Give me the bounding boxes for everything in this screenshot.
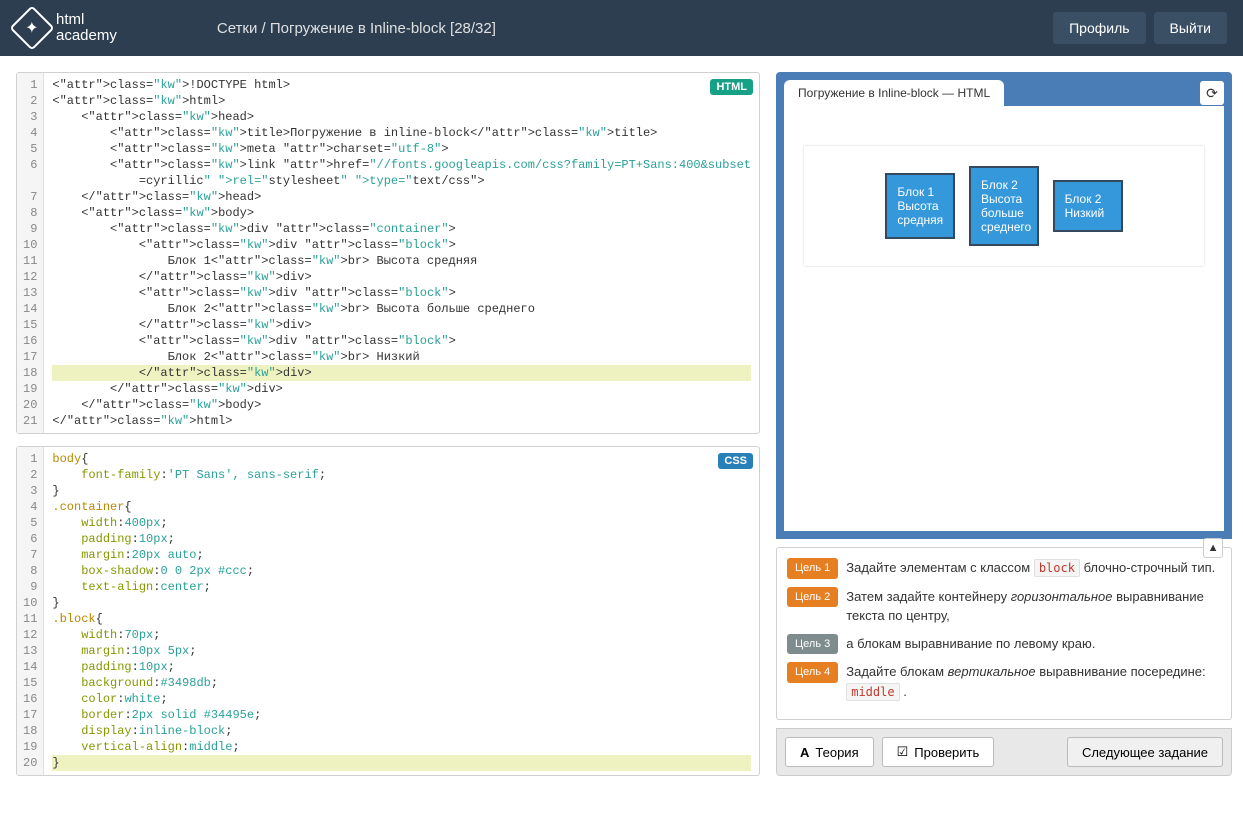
goal-text: а блокам выравнивание по левому краю.: [846, 634, 1221, 654]
logout-button[interactable]: Выйти: [1154, 12, 1227, 44]
logo[interactable]: ✦ htmlacademy: [16, 12, 117, 45]
profile-button[interactable]: Профиль: [1053, 12, 1145, 44]
goal-row-3: Цель 3 а блокам выравнивание по левому кр…: [787, 634, 1221, 655]
html-gutter: 123456 789101112131415161718192021: [17, 73, 44, 433]
preview-tab[interactable]: Погружение в Inline-block — HTML: [784, 80, 1004, 106]
goal-row-1: Цель 1 Задайте элементам с классом block …: [787, 558, 1221, 579]
logo-text: htmlacademy: [56, 12, 117, 45]
demo-container: Блок 1Высота средняя Блок 2Высота больше…: [804, 146, 1204, 266]
breadcrumb[interactable]: Сетки / Погружение в Inline-block [28/32…: [217, 20, 496, 37]
goal-row-2: Цель 2 Затем задайте контейнеру горизонта…: [787, 587, 1221, 626]
bottom-bar: A Теория ☑ Проверить Следующее задание: [776, 728, 1232, 776]
goals-collapse-button[interactable]: ▲: [1203, 538, 1223, 558]
html-badge: HTML: [710, 79, 753, 95]
goal-text: Задайте элементам с классом block блочно…: [846, 558, 1221, 578]
goal-badge: Цель 3: [787, 634, 838, 655]
preview-column: Погружение в Inline-block — HTML ⟳ Блок …: [776, 72, 1232, 776]
refresh-icon: ⟳: [1206, 85, 1218, 102]
css-gutter: 1234567891011121314151617181920: [17, 447, 44, 775]
preview-body: Блок 1Высота средняя Блок 2Высота больше…: [784, 106, 1224, 531]
theory-button[interactable]: A Теория: [785, 737, 874, 767]
preview-tabs: Погружение в Inline-block — HTML ⟳: [784, 80, 1224, 106]
demo-block-2: Блок 2Высота больше среднего: [969, 166, 1039, 246]
goal-row-4: Цель 4 Задайте блокам вертикальное выравн…: [787, 662, 1221, 701]
logo-icon: ✦: [9, 5, 54, 50]
css-editor[interactable]: CSS 1234567891011121314151617181920 body…: [16, 446, 760, 776]
check-label: Проверить: [914, 745, 979, 760]
arrow-up-icon: ▲: [1208, 542, 1219, 554]
app-header: ✦ htmlacademy Сетки / Погружение в Inlin…: [0, 0, 1243, 56]
theory-label: Теория: [815, 745, 858, 760]
goal-text: Задайте блокам вертикальное выравнивание…: [846, 662, 1221, 701]
css-badge: CSS: [718, 453, 753, 469]
next-task-button[interactable]: Следующее задание: [1067, 737, 1223, 767]
demo-block-3: Блок 2Низкий: [1053, 180, 1123, 232]
demo-block-1: Блок 1Высота средняя: [885, 173, 955, 239]
font-icon: A: [800, 745, 809, 760]
main-layout: HTML 123456 789101112131415161718192021 …: [0, 56, 1243, 792]
goal-text: Затем задайте контейнеру горизонтальное …: [846, 587, 1221, 626]
refresh-button[interactable]: ⟳: [1200, 81, 1224, 105]
goal-badge: Цель 2: [787, 587, 838, 608]
check-button[interactable]: ☑ Проверить: [882, 737, 995, 767]
goal-badge: Цель 4: [787, 662, 838, 683]
goal-badge: Цель 1: [787, 558, 838, 579]
goals-panel: ▲ Цель 1Задайте элементам с классом bloc…: [776, 547, 1232, 720]
html-code[interactable]: <"attr">class="kw">!DOCTYPE html><"attr"…: [44, 73, 759, 433]
editors-column: HTML 123456 789101112131415161718192021 …: [16, 72, 760, 776]
check-icon: ☑: [897, 744, 909, 760]
css-code[interactable]: body{ font-family:'PT Sans', sans-serif;…: [44, 447, 759, 775]
html-editor[interactable]: HTML 123456 789101112131415161718192021 …: [16, 72, 760, 434]
preview-panel: Погружение в Inline-block — HTML ⟳ Блок …: [776, 72, 1232, 539]
